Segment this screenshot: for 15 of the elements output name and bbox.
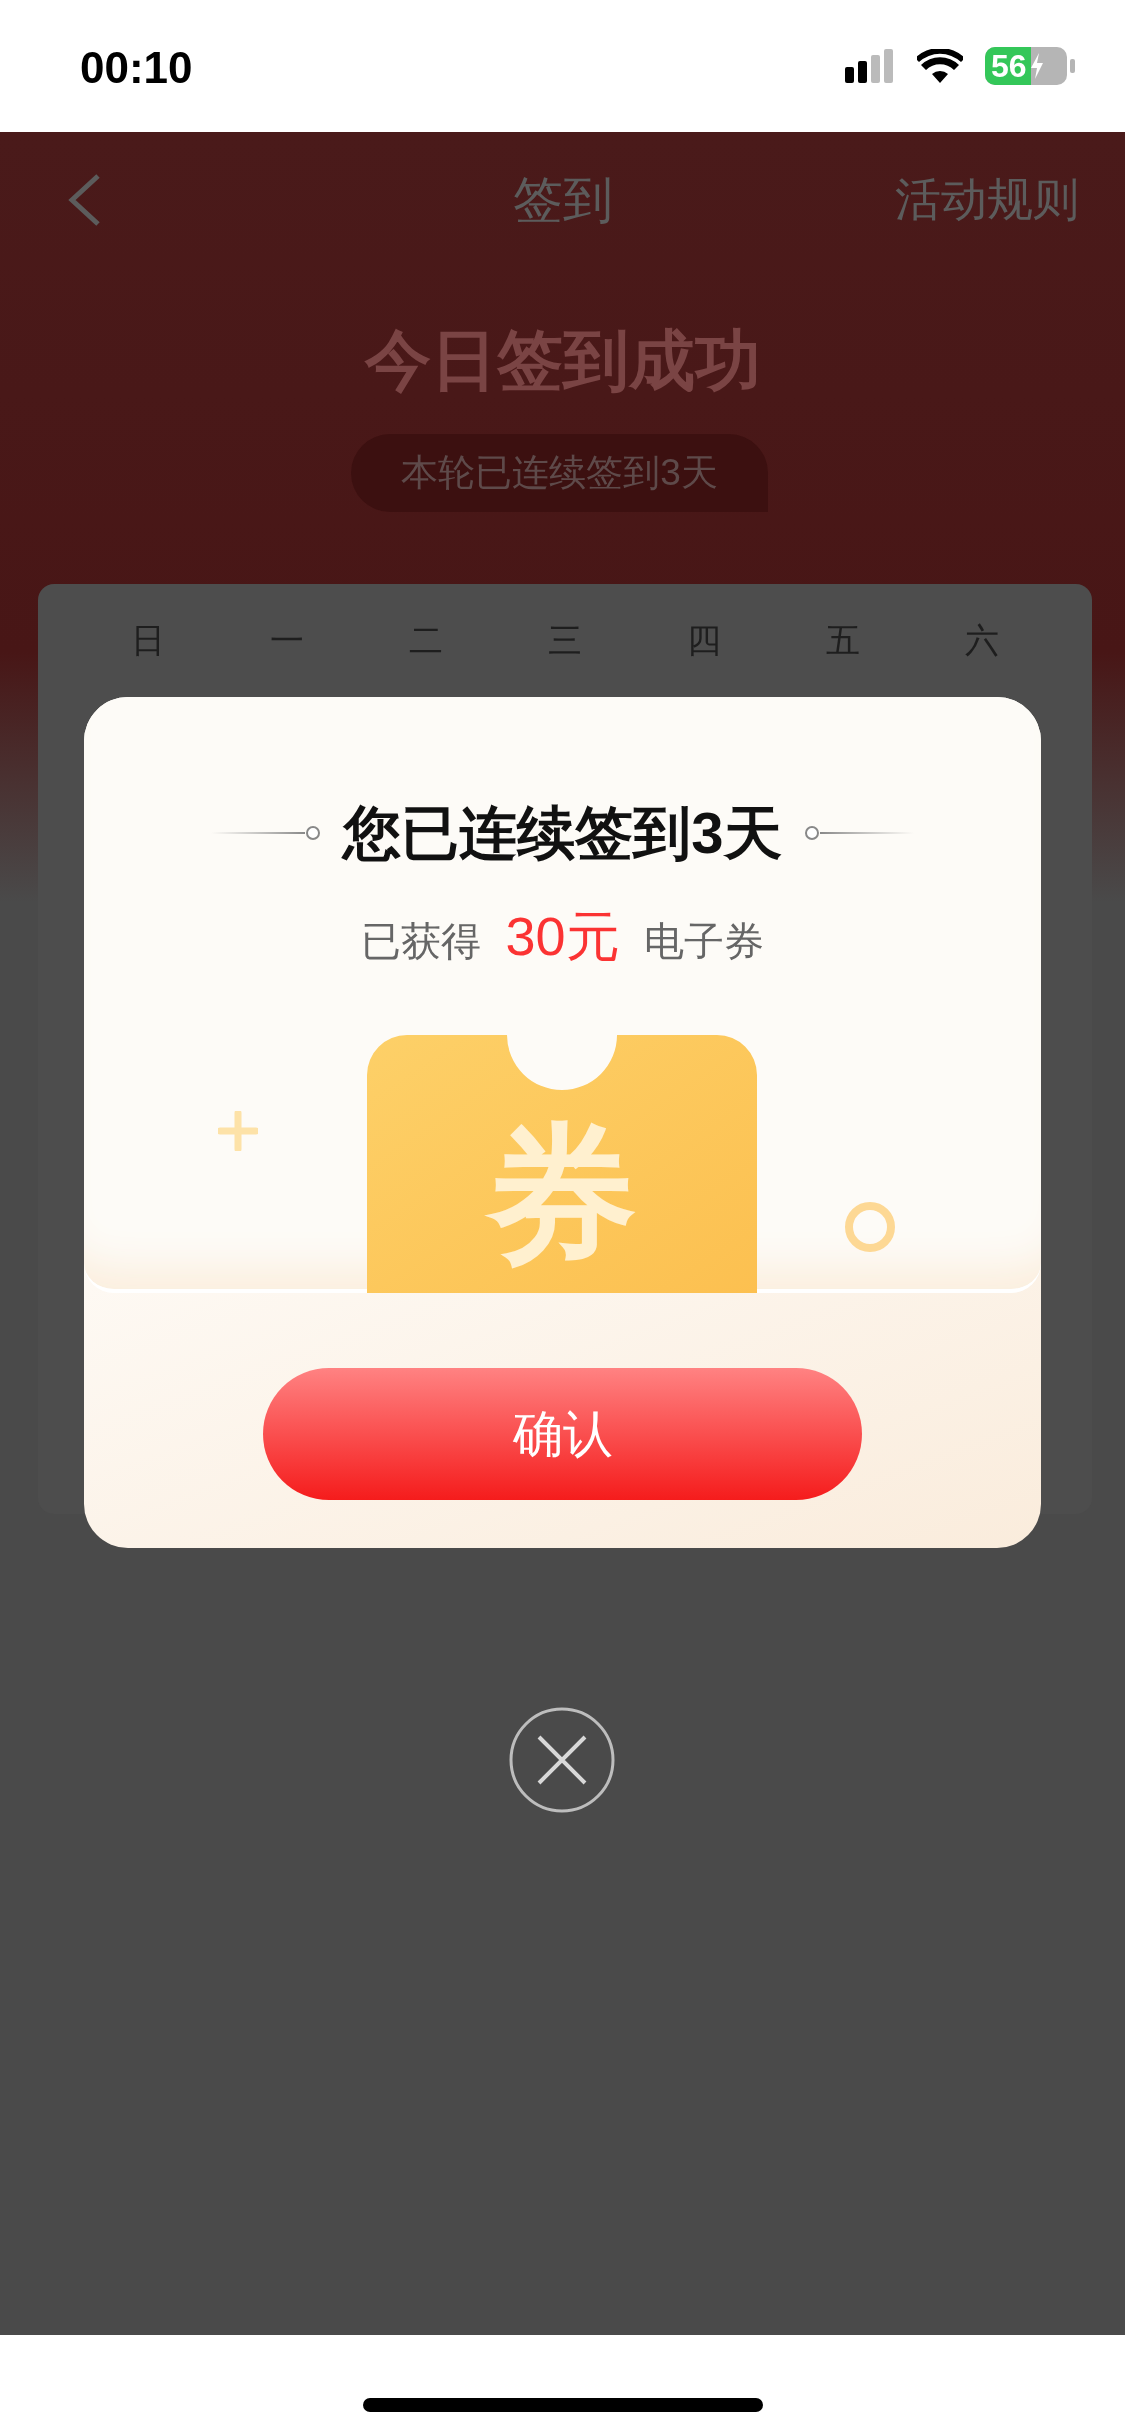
wifi-icon <box>917 49 963 83</box>
rules-link[interactable]: 活动规则 <box>895 169 1079 231</box>
ring-icon <box>844 1201 896 1253</box>
reward-label: 已获得 <box>361 918 482 965</box>
page-title: 签到 <box>512 171 613 228</box>
status-time: 00:10 <box>80 42 193 93</box>
plus-icon <box>218 1111 258 1151</box>
streak-badge: 本轮已连续签到3天 <box>351 434 768 512</box>
reward-amount: 30元 <box>505 905 620 968</box>
reward-type: 电子券 <box>643 918 764 965</box>
back-icon[interactable] <box>66 172 102 228</box>
close-icon[interactable] <box>509 1707 615 1813</box>
dialog-title: 您已连续签到3天 <box>343 799 782 867</box>
signal-icon <box>845 49 895 83</box>
confirm-button[interactable]: 确认 <box>263 1368 862 1500</box>
